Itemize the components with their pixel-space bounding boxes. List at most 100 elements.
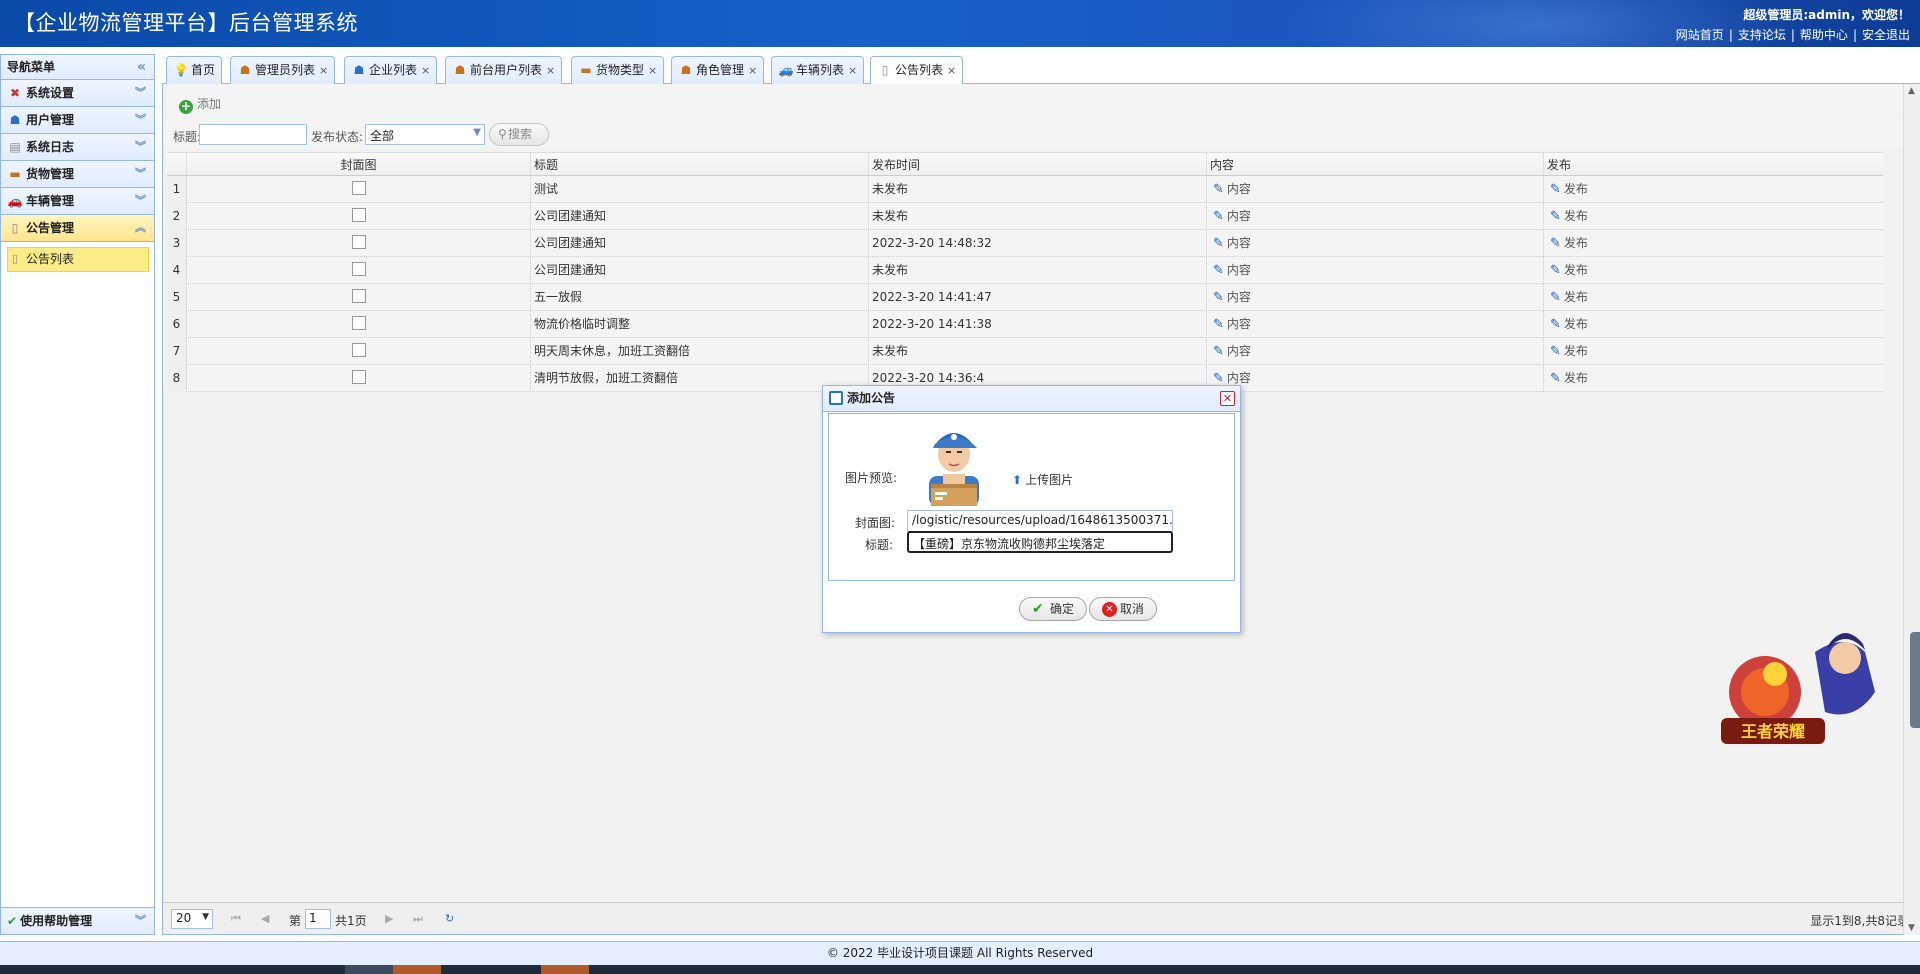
content-link[interactable]: ✎ 内容 [1213,317,1251,332]
chevron-down-icon: ︾ [135,140,146,153]
close-icon[interactable]: × [319,64,328,77]
vertical-scrollbar[interactable]: ▲ ▼ [1903,84,1920,935]
table-row[interactable]: 3 公司团建通知 2022-3-20 14:48:32 ✎ 内容 ✎ 发布 [167,230,1883,257]
content-link[interactable]: ✎ 内容 [1213,263,1251,278]
search-icon: ⚲ [498,127,507,141]
content-cell: ✎ 内容 [1207,230,1544,257]
confirm-button[interactable]: ✔ 确定 [1019,597,1088,621]
publish-link[interactable]: ✎ 发布 [1550,290,1588,305]
close-icon[interactable]: × [648,64,657,77]
page-size-select[interactable]: 20 ▼ [171,909,213,929]
content-link[interactable]: ✎ 内容 [1213,344,1251,359]
pencil-icon: ✎ [1550,290,1561,305]
pencil-icon: ✎ [1213,209,1224,224]
cancel-button[interactable]: ✕ 取消 [1089,597,1158,621]
publish-link-label: 发布 [1563,263,1588,277]
table-row[interactable]: 6 物流价格临时调整 2022-3-20 14:41:38 ✎ 内容 ✎ 发布 [167,311,1883,338]
prev-page-icon[interactable]: ◀ [261,912,269,925]
search-button[interactable]: ⚲ 搜索 [489,123,550,146]
table-row[interactable]: 2 公司团建通知 未发布 ✎ 内容 ✎ 发布 [167,203,1883,230]
sidebar-subitem-notice-list[interactable]: ▯ 公告列表 [7,247,149,272]
content-link[interactable]: ✎ 内容 [1213,236,1251,251]
sidebar-item-vehicle-management[interactable]: 🚗 车辆管理 ︾ [1,188,154,215]
cover-path-input[interactable]: /logistic/resources/upload/1648613500371… [907,510,1173,532]
users-icon: ☗ [680,63,692,77]
tab-frontend-user-list[interactable]: ☗ 前台用户列表 × [445,56,563,84]
content-link[interactable]: ✎ 内容 [1213,182,1251,197]
tab-home[interactable]: 💡 首页 [166,56,223,84]
column-header: 标题 [531,153,869,177]
publish-link[interactable]: ✎ 发布 [1550,317,1588,332]
tab-admin-list[interactable]: ☗ 管理员列表 × [230,56,336,84]
table-row[interactable]: 7 明天周末休息，加班工资翻倍 未发布 ✎ 内容 ✎ 发布 [167,338,1883,365]
close-icon[interactable]: ✕ [1220,391,1235,406]
publish-link[interactable]: ✎ 发布 [1550,371,1588,386]
courier-avatar-image [929,433,979,506]
notice-table: 封面图 标题 发布时间 内容 发布 1 测试 未发布 ✎ 内容 ✎ 发布 2 公司团建通知 未发布… [167,152,1883,392]
page-number-input[interactable]: 1 [305,909,331,929]
publish-cell: ✎ 发布 [1544,311,1883,338]
sidebar-title: 导航菜单 [7,60,56,74]
close-icon[interactable]: × [421,64,430,77]
title-input[interactable]: 【重磅】京东物流收购德邦尘埃落定 [907,531,1173,553]
publish-link[interactable]: ✎ 发布 [1550,236,1588,251]
publish-time-cell: 未发布 [869,338,1207,365]
publish-link[interactable]: ✎ 发布 [1550,344,1588,359]
content-link[interactable]: ✎ 内容 [1213,209,1251,224]
content-link-label: 内容 [1226,236,1251,250]
refresh-icon[interactable]: ↻ [445,912,454,925]
app-title: 【企业物流管理平台】后台管理系统 [14,11,358,35]
add-button[interactable]: + 添加 [179,95,221,114]
tab-goods-type[interactable]: ▬ 货物类型 × [571,56,665,84]
tab-label: 管理员列表 [255,63,316,77]
link-logout[interactable]: 安全退出 [1862,28,1910,42]
sidebar-item-system-log[interactable]: ▤ 系统日志 ︾ [1,134,154,161]
publish-cell: ✎ 发布 [1544,230,1883,257]
broken-image-icon [351,343,366,357]
close-icon[interactable]: × [947,64,956,77]
collapse-left-icon[interactable]: « [137,55,146,79]
column-header: 内容 [1207,153,1544,177]
table-row[interactable]: 1 测试 未发布 ✎ 内容 ✎ 发布 [167,176,1883,203]
tab-label: 前台用户列表 [470,63,543,77]
scroll-up-icon[interactable]: ▲ [1908,86,1915,96]
publish-link[interactable]: ✎ 发布 [1550,182,1588,197]
publish-link-label: 发布 [1563,209,1588,223]
status-filter-select[interactable]: 全部 ▼ [365,124,485,145]
pencil-icon: ✎ [1550,263,1561,278]
close-icon[interactable]: × [848,64,857,77]
publish-link[interactable]: ✎ 发布 [1550,263,1588,278]
content-link[interactable]: ✎ 内容 [1213,371,1251,386]
next-page-icon[interactable]: ▶ [385,912,393,925]
sidebar-item-goods-management[interactable]: ▬ 货物管理 ︾ [1,161,154,188]
tab-company-list[interactable]: ☗ 企业列表 × [344,56,438,84]
tab-vehicle-list[interactable]: 🚙 车辆列表 × [771,56,865,84]
sidebar-item-label: 使用帮助管理 [20,914,93,928]
link-help-center[interactable]: 帮助中心 [1800,28,1848,42]
upload-image-button[interactable]: ⬆ 上传图片 [1012,471,1073,488]
table-row[interactable]: 5 五一放假 2022-3-20 14:41:47 ✎ 内容 ✎ 发布 [167,284,1883,311]
sidebar-item-help-management[interactable]: ✔ 使用帮助管理 ︾ [1,907,154,934]
table-body: 1 测试 未发布 ✎ 内容 ✎ 发布 2 公司团建通知 未发布 ✎ 内容 ✎ 发布 3 公司团建通知 2022-… [167,176,1883,392]
tab-notice-list[interactable]: ▯ 公告列表 × [870,56,964,85]
sidebar-item-system-settings[interactable]: ✖ 系统设置 ︾ [1,80,154,107]
pencil-icon: ✎ [1550,317,1561,332]
title-filter-input[interactable] [199,124,307,145]
scroll-down-icon[interactable]: ▼ [1908,923,1915,933]
table-row[interactable]: 4 公司团建通知 未发布 ✎ 内容 ✎ 发布 [167,257,1883,284]
close-icon[interactable]: × [546,64,555,77]
link-forum[interactable]: 支持论坛 [1738,28,1786,42]
content-link[interactable]: ✎ 内容 [1213,290,1251,305]
publish-time-cell: 2022-3-20 14:41:47 [869,284,1207,311]
sidebar-item-user-management[interactable]: ☗ 用户管理 ︾ [1,107,154,134]
tab-role-management[interactable]: ☗ 角色管理 × [671,56,765,84]
cover-label: 封面图: [855,516,896,530]
first-page-icon[interactable]: ⏮ [231,912,241,926]
side-handle[interactable] [1910,632,1920,728]
sidebar-item-notice-management[interactable]: ▯ 公告管理 ︽ [1,215,154,242]
close-icon[interactable]: × [748,64,757,77]
link-site-home[interactable]: 网站首页 [1676,28,1724,42]
publish-link[interactable]: ✎ 发布 [1550,209,1588,224]
chevron-down-icon: ︾ [135,914,146,927]
last-page-icon[interactable]: ⏭ [413,912,423,926]
